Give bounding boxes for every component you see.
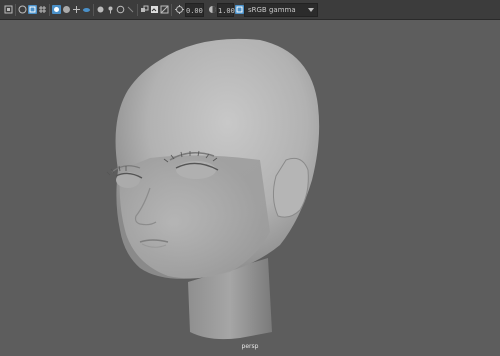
view-transform-icon[interactable] [235, 5, 244, 14]
camera-attributes-icon[interactable] [4, 5, 13, 14]
gate-mask-icon[interactable] [72, 5, 81, 14]
color-space-value: sRGB gamma [248, 6, 296, 14]
safe-action-icon[interactable] [96, 5, 105, 14]
grid-icon[interactable] [38, 5, 47, 14]
head-model[interactable] [0, 20, 500, 356]
wireframe-icon[interactable] [106, 5, 115, 14]
film-gate-icon[interactable] [52, 5, 61, 14]
toolbar-separator [137, 4, 138, 16]
image-plane-icon[interactable] [28, 5, 37, 14]
motion-blur-icon[interactable] [175, 5, 184, 14]
exposure-field[interactable]: 0.00 [185, 3, 204, 17]
field-chart-icon[interactable] [82, 5, 91, 14]
viewport-toolbar: 0.00 1.00 sRGB gamma [0, 0, 500, 20]
perspective-viewport[interactable] [0, 20, 500, 356]
textured-icon[interactable] [126, 5, 135, 14]
gamma-icon[interactable] [208, 5, 217, 14]
toolbar-separator [15, 4, 16, 16]
resolution-gate-icon[interactable] [62, 5, 71, 14]
shadows-icon[interactable] [150, 5, 159, 14]
ambient-occlusion-icon[interactable] [160, 5, 169, 14]
bookmarks-icon[interactable] [18, 5, 27, 14]
toolbar-separator [171, 4, 172, 16]
gamma-field[interactable]: 1.00 [217, 3, 235, 17]
chevron-down-icon [308, 8, 314, 12]
toolbar-separator [49, 4, 50, 16]
smooth-shade-icon[interactable] [116, 5, 125, 14]
toolbar-separator [93, 4, 94, 16]
color-space-dropdown[interactable]: sRGB gamma [244, 3, 318, 17]
lights-icon[interactable] [140, 5, 149, 14]
camera-label: persp [241, 343, 259, 350]
